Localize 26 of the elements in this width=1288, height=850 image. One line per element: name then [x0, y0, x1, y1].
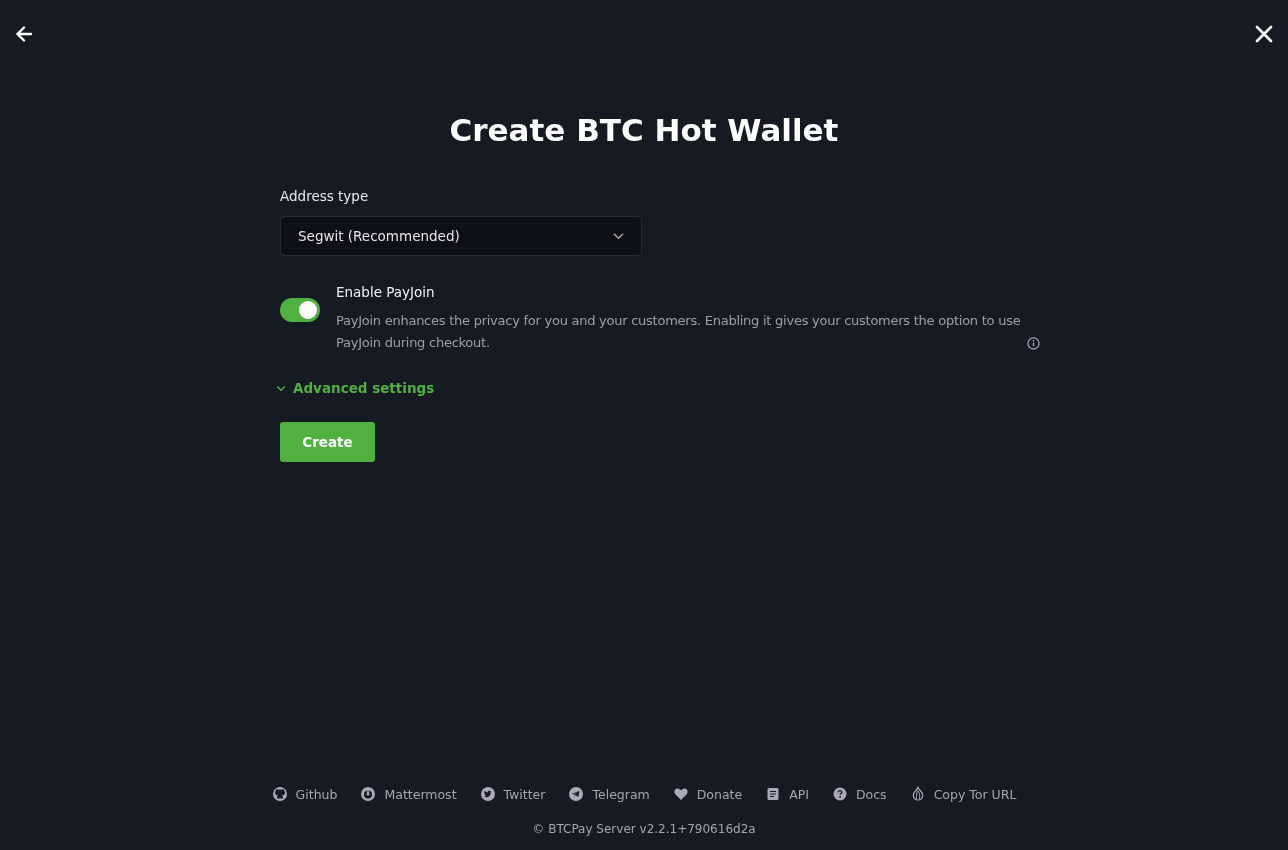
back-arrow-icon[interactable] [14, 24, 34, 44]
footer-link[interactable]: API [789, 786, 809, 802]
advanced-settings-toggle[interactable]: Advanced settings [276, 380, 435, 396]
info-icon[interactable] [1027, 337, 1040, 350]
field-label: Address type [280, 187, 370, 206]
footer-link[interactable]: Github [295, 786, 338, 802]
footer-link[interactable]: Twitter [503, 786, 546, 802]
footer-link[interactable]: Docs [855, 786, 887, 802]
footer-link[interactable]: Mattermost [384, 786, 457, 802]
footer-link[interactable]: Copy Tor URL [933, 786, 1017, 802]
toggle-label: Enable PayJoin [336, 283, 436, 302]
copyright-text: © BTCPay Server v2.2.1+790616d2a [532, 822, 756, 836]
help-icon [831, 786, 848, 802]
heart-icon [672, 786, 689, 802]
footer-link[interactable]: Donate [696, 786, 743, 802]
footer-link[interactable]: Telegram [592, 786, 650, 802]
payjoin-toggle[interactable] [280, 298, 320, 322]
payjoin-description: PayJoin enhances the privacy for you and your customers. Enabling it gives your customers the option to use PayJoin during checkout. [336, 312, 1022, 352]
chevron-down-icon [276, 384, 286, 392]
close-icon[interactable] [1254, 24, 1274, 44]
chevron-down-icon [613, 232, 624, 240]
page-title: Create BTC Hot Wallet [448, 111, 840, 150]
paper-plane-icon [568, 786, 585, 802]
address-type-select[interactable]: Segwit (Recommended) [280, 216, 642, 256]
document-icon [765, 786, 782, 802]
bird-icon [479, 786, 496, 802]
